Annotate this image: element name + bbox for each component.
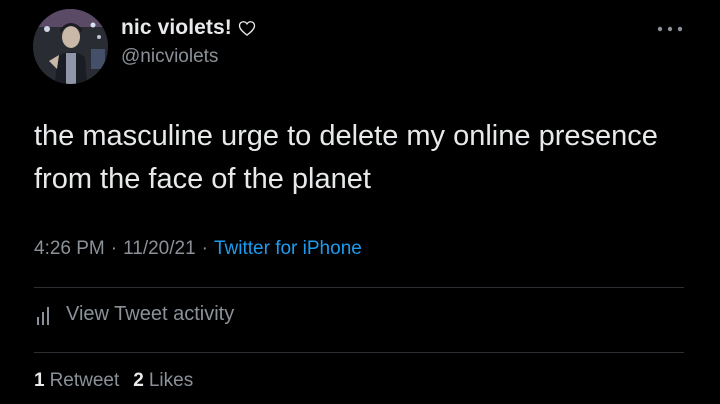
tweet-date[interactable]: 11/20/21 bbox=[123, 238, 196, 260]
divider bbox=[34, 352, 684, 353]
avatar-photo bbox=[33, 9, 108, 84]
view-tweet-activity-link[interactable]: View Tweet activity bbox=[34, 303, 234, 326]
meta-separator: · bbox=[110, 238, 118, 259]
divider bbox=[34, 287, 684, 288]
tweet-detail: nic violets! @nicviolets the masculine u… bbox=[0, 0, 720, 404]
avatar[interactable] bbox=[33, 9, 108, 84]
view-tweet-activity-label: View Tweet activity bbox=[66, 303, 235, 325]
likes-stat[interactable]: 2 Likes bbox=[133, 370, 193, 392]
likes-count: 2 bbox=[133, 370, 144, 391]
author-name-row[interactable]: nic violets! bbox=[121, 14, 257, 42]
tweet-stats: 1 Retweet 2 Likes bbox=[34, 370, 193, 392]
meta-separator: · bbox=[201, 238, 208, 259]
author-handle[interactable]: @nicviolets bbox=[121, 46, 218, 68]
likes-label: Likes bbox=[148, 370, 194, 391]
more-icon[interactable] bbox=[655, 22, 685, 36]
display-name[interactable]: nic violets! bbox=[121, 16, 232, 40]
tweet-text: the masculine urge to delete my online p… bbox=[34, 120, 658, 195]
tweet-source-link[interactable]: Twitter for iPhone bbox=[214, 238, 362, 260]
retweets-label: Retweet bbox=[49, 370, 120, 391]
heart-outline-icon bbox=[238, 21, 256, 36]
retweets-stat[interactable]: 1 Retweet bbox=[34, 370, 119, 392]
retweets-count: 1 bbox=[34, 370, 45, 391]
bar-chart-icon bbox=[37, 306, 49, 325]
tweet-meta: 4:26 PM · 11/20/21 · Twitter for iPhone bbox=[34, 238, 362, 260]
tweet-time[interactable]: 4:26 PM bbox=[34, 238, 105, 260]
